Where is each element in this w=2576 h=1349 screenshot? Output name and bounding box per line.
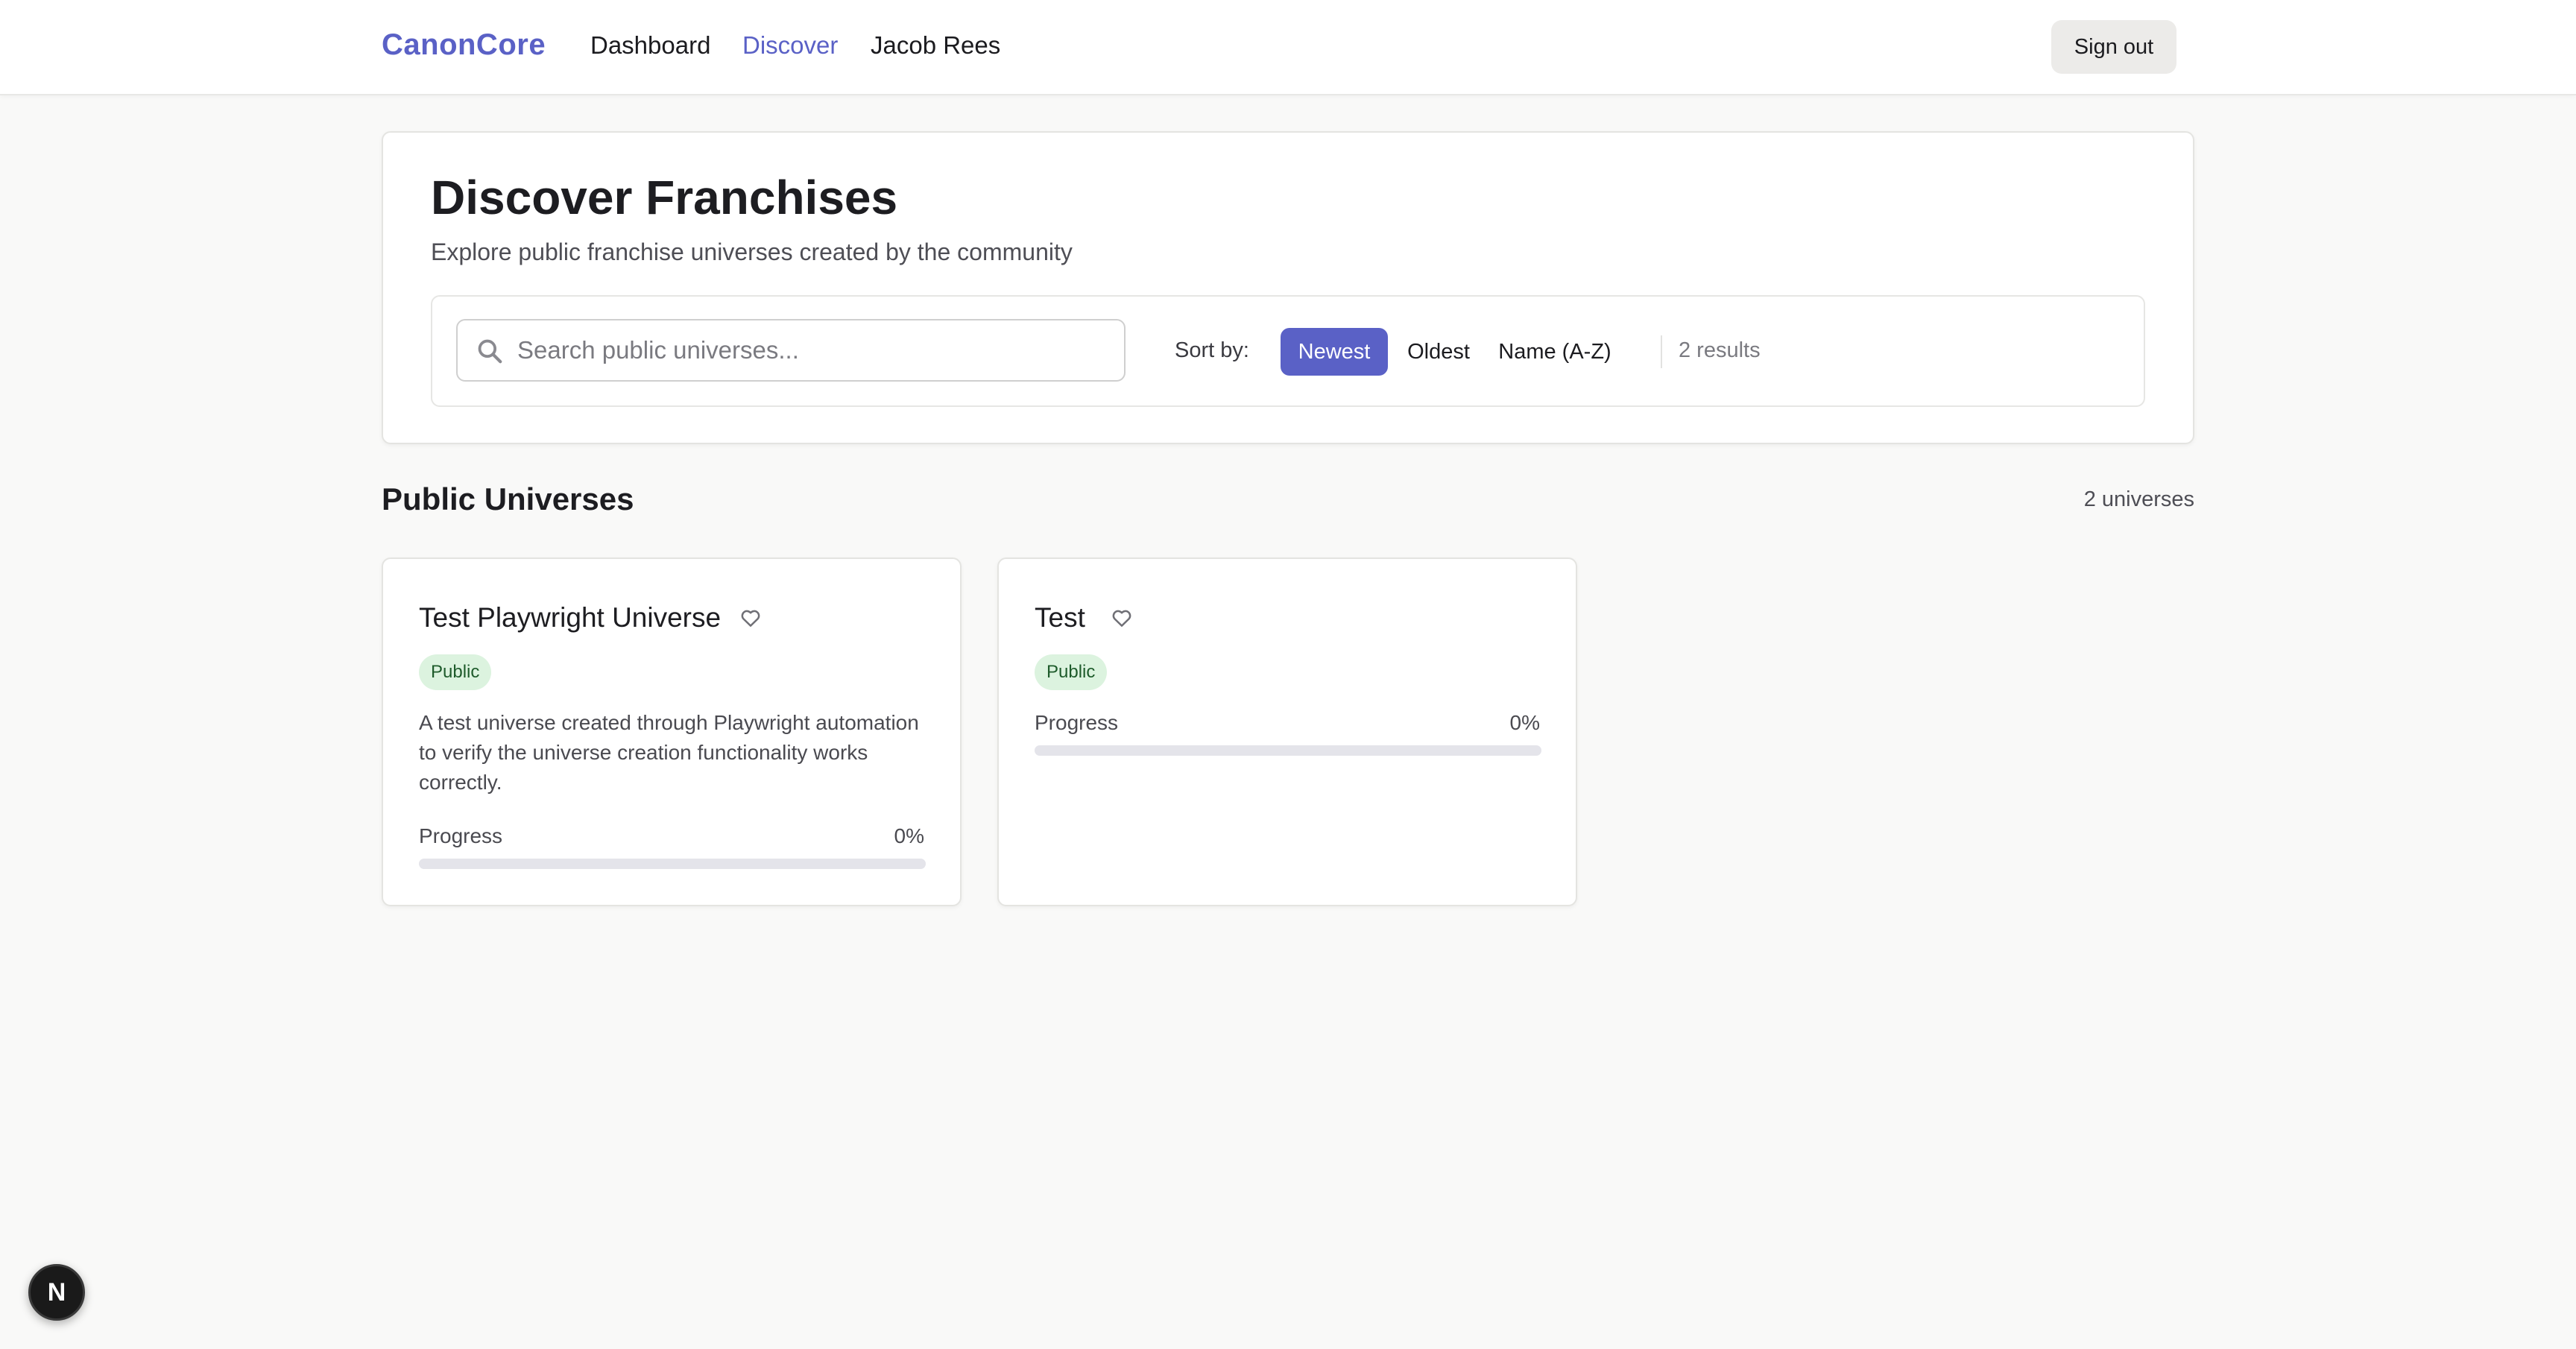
sort-newest-button[interactable]: Newest [1281,328,1388,376]
fab-letter: N [47,1277,66,1307]
progress-label: Progress [1035,711,1119,734]
nav-user-profile[interactable]: Jacob Rees [871,31,1000,60]
progress-label: Progress [419,824,503,847]
search-sort-controls: Sort by: Newest Oldest Name (A-Z) 2 resu… [431,295,2145,407]
divider [1661,335,1662,368]
search-box[interactable] [456,319,1126,382]
sort-name-button[interactable]: Name (A-Z) [1489,328,1620,376]
universe-title: Test [1035,602,1085,633]
nav-dashboard[interactable]: Dashboard [590,31,710,60]
progress-bar [1035,745,1541,756]
universe-description: A test universe created through Playwrig… [419,711,919,794]
next-logo-icon[interactable]: N [28,1264,85,1321]
heart-icon[interactable] [1111,607,1133,629]
universe-title: Test Playwright Universe [419,602,722,633]
progress-value: 0% [894,824,924,847]
universe-card[interactable]: Test Public Progress 0% [997,557,1577,906]
brand-logo[interactable]: CanonCore [382,28,546,62]
page-title: Discover Franchises [431,171,898,224]
visibility-badge: Public [419,654,492,690]
progress-bar [419,859,926,869]
page-subtitle: Explore public franchise universes creat… [431,238,1073,265]
nav-discover[interactable]: Discover [742,31,838,60]
results-count: 2 results [1679,338,1761,362]
section-title: Public Universes [382,481,634,516]
universe-card[interactable]: Test Playwright Universe Public A test u… [382,557,962,906]
discover-hero-panel: Discover Franchises Explore public franc… [382,131,2194,444]
progress-value: 0% [1509,711,1540,734]
sign-out-button[interactable]: Sign out [2051,20,2176,74]
sort-oldest-button[interactable]: Oldest [1401,328,1476,376]
universe-count: 2 universes [2083,487,2194,511]
search-input[interactable] [517,331,1099,370]
top-navbar: CanonCore Dashboard Discover Jacob Rees … [0,0,2576,95]
visibility-badge: Public [1035,654,1108,690]
heart-icon[interactable] [739,607,762,629]
sort-label: Sort by: [1175,338,1249,362]
search-icon [478,339,502,364]
